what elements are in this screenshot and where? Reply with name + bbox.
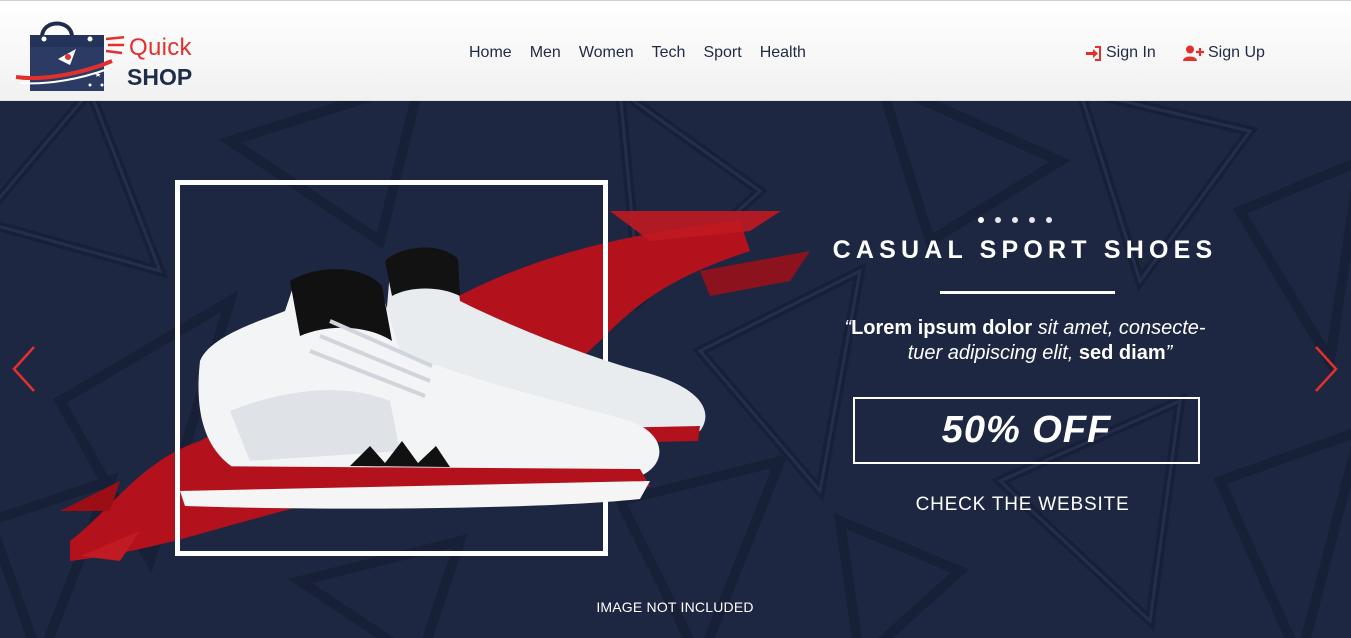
nav-item-home[interactable]: Home — [460, 41, 521, 65]
carousel-prev-button[interactable] — [9, 344, 39, 394]
carousel-dot-4[interactable] — [1029, 217, 1035, 223]
image-notice: IMAGE NOT INCLUDED — [596, 599, 754, 615]
brand-logo[interactable]: Quick SHOP — [14, 15, 214, 93]
check-website-link[interactable]: CHECK THE WEBSITE — [860, 494, 1185, 516]
nav-item-women[interactable]: Women — [570, 41, 643, 65]
quote-bold-1: Lorem ipsum dolor — [851, 317, 1033, 339]
quote-line-2: tuer adipiscing elit, sed diam” — [760, 341, 1290, 366]
chevron-left-icon — [12, 346, 35, 392]
sneaker-illustration — [180, 247, 706, 509]
quote-rest-2: tuer adipiscing elit, — [907, 342, 1079, 364]
hero-carousel: CASUAL SPORT SHOES “Lorem ipsum dolor si… — [0, 101, 1351, 638]
nav-item-men[interactable]: Men — [521, 41, 570, 65]
carousel-indicators — [978, 217, 1052, 223]
promo-quote: “Lorem ipsum dolor sit amet, consecte- t… — [760, 316, 1290, 366]
quote-rest-1: sit amet, consecte- — [1032, 317, 1206, 339]
shopping-bag-rocket-icon — [15, 21, 124, 91]
sign-up-label: Sign Up — [1208, 44, 1265, 61]
carousel-dot-5[interactable] — [1046, 217, 1052, 223]
quote-close-mark: ” — [1165, 342, 1173, 364]
nav-item-tech[interactable]: Tech — [643, 41, 695, 65]
carousel-dot-3[interactable] — [1012, 217, 1018, 223]
nav-item-sport[interactable]: Sport — [694, 41, 750, 65]
site-header: Quick SHOP Home Men Women Tech Sport Hea… — [0, 0, 1351, 101]
brand-name-quick: Quick — [129, 34, 192, 61]
carousel-dot-1[interactable] — [978, 217, 984, 223]
carousel-next-button[interactable] — [1311, 344, 1341, 394]
sign-in-icon — [1086, 45, 1101, 61]
sign-up-link[interactable]: Sign Up — [1183, 41, 1265, 65]
nav-item-health[interactable]: Health — [751, 41, 815, 65]
sign-in-link[interactable]: Sign In — [1085, 41, 1156, 65]
quote-bold-2: sed diam — [1078, 342, 1166, 364]
discount-badge: 50% OFF — [853, 397, 1200, 464]
promo-divider — [940, 291, 1115, 294]
chevron-right-icon — [1315, 346, 1338, 392]
main-nav: Home Men Women Tech Sport Health — [460, 41, 815, 65]
sign-in-label: Sign In — [1106, 44, 1156, 61]
carousel-dot-2[interactable] — [995, 217, 1001, 223]
promo-title: CASUAL SPORT SHOES — [832, 236, 1218, 264]
brand-name-shop: SHOP — [127, 64, 193, 90]
user-plus-icon — [1183, 45, 1204, 61]
